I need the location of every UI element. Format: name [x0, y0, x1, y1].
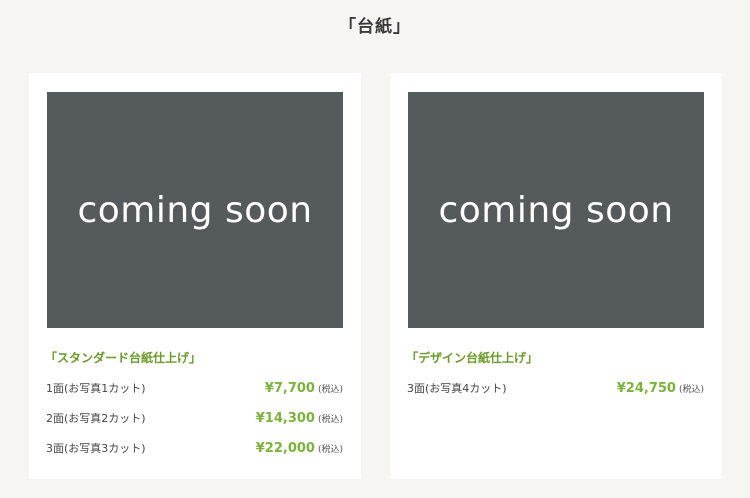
price-row: 1面(お写真1カット) ¥7,700 (税込): [46, 377, 343, 407]
price-value: ¥24,750: [616, 381, 676, 396]
tax-note: (税込): [678, 385, 704, 395]
price-value: ¥22,000: [255, 441, 315, 456]
option-label: 1面(お写真1カット): [46, 382, 146, 395]
product-image-placeholder: coming soon: [408, 92, 704, 328]
price-row: 3面(お写真4カット) ¥24,750 (税込): [407, 377, 704, 407]
tax-note: (税込): [317, 445, 343, 455]
price-value: ¥14,300: [255, 411, 315, 426]
price-list: 3面(お写真4カット) ¥24,750 (税込): [407, 377, 704, 407]
price-group: ¥22,000 (税込): [256, 437, 343, 456]
price-list: 1面(お写真1カット) ¥7,700 (税込) 2面(お写真2カット) ¥14,3…: [46, 377, 343, 467]
product-card-standard: coming soon 「スタンダード台紙仕上げ」 1面(お写真1カット) ¥7…: [29, 73, 361, 479]
option-label: 3面(お写真4カット): [407, 382, 507, 395]
tax-note: (税込): [317, 385, 343, 395]
product-image-placeholder: coming soon: [47, 92, 343, 328]
coming-soon-text: coming soon: [438, 189, 674, 231]
tax-note: (税込): [317, 415, 343, 425]
section-title: 「台紙」: [339, 17, 411, 37]
product-name: 「デザイン台紙仕上げ」: [406, 351, 539, 365]
price-group: ¥14,300 (税込): [256, 407, 343, 426]
price-row: 3面(お写真3カット) ¥22,000 (税込): [46, 437, 343, 467]
price-row: 2面(お写真2カット) ¥14,300 (税込): [46, 407, 343, 437]
price-value: ¥7,700: [264, 381, 315, 396]
price-group: ¥7,700 (税込): [265, 377, 343, 396]
product-name: 「スタンダード台紙仕上げ」: [45, 351, 202, 365]
coming-soon-text: coming soon: [77, 189, 313, 231]
price-group: ¥24,750 (税込): [617, 377, 704, 396]
option-label: 2面(お写真2カット): [46, 412, 146, 425]
option-label: 3面(お写真3カット): [46, 442, 146, 455]
product-card-design: coming soon 「デザイン台紙仕上げ」 3面(お写真4カット) ¥24,…: [390, 73, 722, 479]
